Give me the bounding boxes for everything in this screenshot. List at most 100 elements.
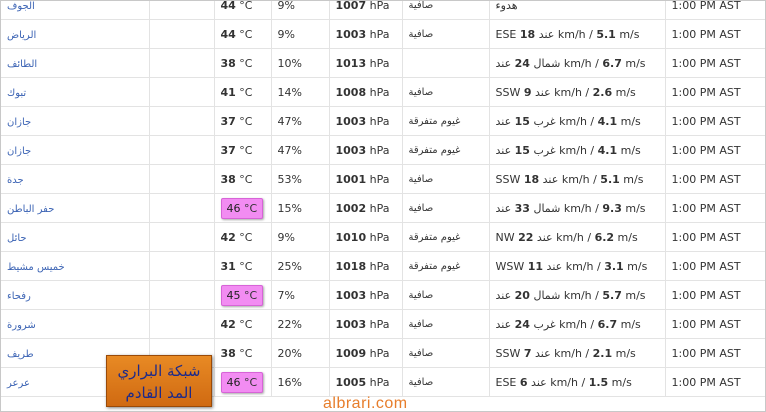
wind-cell: شمال 24 عند km/h / 6.7 m/s (489, 48, 666, 78)
condition-cell: صافية (402, 164, 490, 194)
pressure-cell: 1003 hPa (329, 106, 403, 136)
hot-temperature-badge: 46 °C (220, 371, 264, 393)
temperature-cell: 46 °C (214, 367, 272, 397)
pressure-cell: 1001 hPa (329, 164, 403, 194)
weather-rows: الجوف 44 °C 9% 1007 hPa صافية هدوء 1:00 PM AST… (1, 0, 765, 397)
wind-cell: WSW 11 عند km/h / 3.1 m/s (489, 251, 666, 281)
city-link[interactable]: الجوف (7, 1, 35, 12)
time-cell: 1:00 PM AST (665, 48, 765, 78)
hot-temperature-badge: 45 °C (220, 284, 264, 306)
city-link[interactable]: رفحاء (7, 291, 31, 302)
condition-cell: غيوم متفرقة (402, 135, 490, 165)
table-row: حائل 42 °C 9% 1010 hPa غيوم متفرقة NW 22 عند … (1, 222, 765, 252)
city-cell: الرياض (1, 19, 150, 49)
empty-cell (149, 280, 215, 310)
time-cell: 1:00 PM AST (665, 77, 765, 107)
city-link[interactable]: جازان (7, 117, 31, 128)
humidity-cell: 47% (271, 135, 330, 165)
empty-cell (149, 164, 215, 194)
time-cell: 1:00 PM AST (665, 193, 765, 223)
temperature-value: 41 °C (220, 85, 253, 99)
city-link[interactable]: خميس مشيط (7, 262, 65, 273)
temperature-cell: 42 °C (214, 309, 272, 339)
city-cell: شرورة (1, 309, 150, 339)
city-cell: خميس مشيط (1, 251, 150, 281)
pressure-cell: 1018 hPa (329, 251, 403, 281)
temperature-value: 38 °C (220, 346, 253, 360)
humidity-cell: 16% (271, 367, 330, 397)
city-link[interactable]: تبوك (7, 88, 26, 99)
temperature-value: 37 °C (220, 114, 253, 128)
time-cell: 1:00 PM AST (665, 164, 765, 194)
empty-cell (149, 135, 215, 165)
pressure-cell: 1003 hPa (329, 19, 403, 49)
table-row: خميس مشيط 31 °C 25% 1018 hPa غيوم متفرقة WSW … (1, 251, 765, 281)
condition-cell: صافية (402, 367, 490, 397)
site-logo: شبكة البراري المد القادم (106, 355, 212, 407)
temperature-cell: 38 °C (214, 48, 272, 78)
pressure-cell: 1010 hPa (329, 222, 403, 252)
humidity-cell: 9% (271, 1, 330, 20)
wind-cell: غرب 15 عند km/h / 4.1 m/s (489, 135, 666, 165)
humidity-cell: 47% (271, 106, 330, 136)
city-link[interactable]: الرياض (7, 30, 36, 41)
temperature-value: 38 °C (220, 172, 253, 186)
empty-cell (149, 222, 215, 252)
pressure-cell: 1007 hPa (329, 1, 403, 20)
empty-cell (149, 309, 215, 339)
city-link[interactable]: جدة (7, 175, 24, 186)
condition-cell (402, 48, 490, 78)
city-link[interactable]: حفر الباطن (7, 204, 54, 215)
temperature-cell: 31 °C (214, 251, 272, 281)
temperature-value: 44 °C (220, 0, 253, 12)
time-cell: 1:00 PM AST (665, 1, 765, 20)
temperature-value: 37 °C (220, 143, 253, 157)
city-link[interactable]: جازان (7, 146, 31, 157)
weather-table: الجوف 44 °C 9% 1007 hPa صافية هدوء 1:00 PM AST… (1, 0, 765, 397)
table-row: تبوك 41 °C 14% 1008 hPa صافية SSW 9 عند km/h … (1, 77, 765, 107)
city-cell: الجوف (1, 1, 150, 20)
humidity-cell: 22% (271, 309, 330, 339)
temperature-cell: 38 °C (214, 164, 272, 194)
empty-cell (149, 48, 215, 78)
temperature-cell: 42 °C (214, 222, 272, 252)
city-link[interactable]: شرورة (7, 320, 36, 331)
temperature-value: 44 °C (220, 27, 253, 41)
city-link[interactable]: الطائف (7, 59, 37, 70)
table-row: جدة 38 °C 53% 1001 hPa صافية SSW 18 عند km/h … (1, 164, 765, 194)
hot-temperature-badge: 46 °C (220, 197, 264, 219)
wind-cell: ESE 6 عند km/h / 1.5 m/s (489, 367, 666, 397)
pressure-cell: 1003 hPa (329, 280, 403, 310)
time-cell: 1:00 PM AST (665, 106, 765, 136)
wind-cell: غرب 15 عند km/h / 4.1 m/s (489, 106, 666, 136)
condition-cell: صافية (402, 193, 490, 223)
condition-cell: غيوم متفرقة (402, 222, 490, 252)
condition-cell: صافية (402, 309, 490, 339)
table-row: الرياض 44 °C 9% 1003 hPa صافية ESE 18 عند km/… (1, 19, 765, 49)
city-cell: جازان (1, 135, 150, 165)
condition-cell: صافية (402, 19, 490, 49)
time-cell: 1:00 PM AST (665, 251, 765, 281)
humidity-cell: 14% (271, 77, 330, 107)
condition-cell: صافية (402, 77, 490, 107)
temperature-cell: 37 °C (214, 135, 272, 165)
table-row: الطائف 38 °C 10% 1013 hPa شمال 24 عند km/h /… (1, 48, 765, 78)
logo-line-1: شبكة البراري (117, 362, 201, 380)
wind-cell: SSW 9 عند km/h / 2.6 m/s (489, 77, 666, 107)
city-link[interactable]: حائل (7, 233, 27, 244)
city-cell: رفحاء (1, 280, 150, 310)
temperature-value: 42 °C (220, 317, 253, 331)
wind-cell: NW 22 عند km/h / 6.2 m/s (489, 222, 666, 252)
humidity-cell: 7% (271, 280, 330, 310)
city-cell: جدة (1, 164, 150, 194)
city-link[interactable]: طريف (7, 349, 34, 360)
temperature-value: 42 °C (220, 230, 253, 244)
wind-cell: شمال 33 عند km/h / 9.3 m/s (489, 193, 666, 223)
city-link[interactable]: عرعر (7, 378, 30, 389)
humidity-cell: 15% (271, 193, 330, 223)
table-row: شرورة 42 °C 22% 1003 hPa صافية غرب 24 عند km/… (1, 309, 765, 339)
humidity-cell: 20% (271, 338, 330, 368)
pressure-cell: 1009 hPa (329, 338, 403, 368)
temperature-cell: 44 °C (214, 0, 272, 20)
city-cell: حفر الباطن (1, 193, 150, 223)
